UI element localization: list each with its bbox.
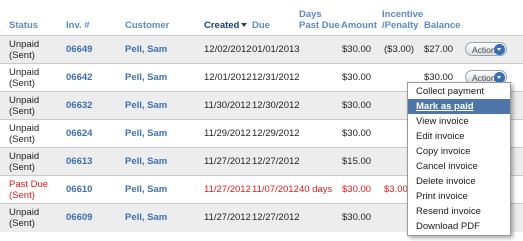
amount: $30.00	[342, 184, 372, 195]
customer-link[interactable]: Pell, Sam	[125, 72, 167, 84]
invoice-number-link[interactable]: 06613	[66, 156, 92, 168]
due-date: 11/07/2012	[252, 184, 299, 195]
menu-item-view-invoice[interactable]: View invoice	[408, 114, 510, 129]
customer-link[interactable]: Pell, Sam	[125, 184, 167, 196]
amount: $15.00	[342, 156, 372, 167]
customer-link[interactable]: Pell, Sam	[125, 128, 167, 140]
menu-item-edit-invoice[interactable]: Edit invoice	[408, 129, 510, 144]
created-date: 11/27/2012	[204, 212, 251, 223]
header-created-label: Created	[204, 20, 240, 31]
header-incentive-line2[interactable]: /Penalty	[382, 20, 418, 31]
status-subtext: (Sent)	[9, 162, 35, 173]
menu-item-cancel-invoice[interactable]: Cancel invoice	[408, 159, 510, 174]
invoice-number-link[interactable]: 06632	[66, 100, 92, 112]
header-status[interactable]: Status	[9, 20, 38, 31]
created-date: 11/27/2012	[204, 156, 251, 167]
customer-link[interactable]: Pell, Sam	[125, 156, 167, 168]
invoice-number-link[interactable]: 06642	[66, 72, 92, 84]
customer-link[interactable]: Pell, Sam	[125, 44, 167, 56]
due-date: 12/30/2012	[252, 100, 300, 111]
menu-item-resend-invoice[interactable]: Resend invoice	[408, 204, 510, 219]
due-date: 12/27/2012	[252, 212, 300, 223]
days-past-due: 40 days	[299, 184, 333, 195]
header-days-past-due-line1[interactable]: Days	[299, 9, 322, 20]
menu-item-print-invoice[interactable]: Print invoice	[408, 189, 510, 204]
customer-link[interactable]: Pell, Sam	[125, 212, 167, 224]
status-subtext: (Sent)	[9, 134, 35, 145]
invoice-number-link[interactable]: 06624	[66, 128, 92, 140]
due-date: 12/29/2012	[252, 128, 300, 139]
sort-desc-icon	[241, 23, 248, 28]
amount: $30.00	[342, 212, 372, 223]
created-date: 11/27/2012	[204, 184, 251, 195]
table-row: Unpaid (Sent) 06649 Pell, Sam 12/02/2012 01/0…	[0, 35, 523, 64]
header-due[interactable]: Due	[252, 20, 270, 31]
table-header: Status Inv. # Customer Created Due Days …	[0, 0, 523, 35]
header-incentive-line1[interactable]: Incentive	[382, 9, 423, 20]
header-days-past-due-line2[interactable]: Past Due	[299, 20, 340, 31]
menu-item-download-pdf[interactable]: Download PDF	[408, 219, 510, 234]
invoice-number-link[interactable]: 06609	[66, 212, 92, 224]
amount: $30.00	[342, 72, 372, 83]
amount: $30.00	[342, 44, 372, 55]
status-subtext: (Sent)	[9, 106, 35, 117]
header-balance[interactable]: Balance	[424, 20, 460, 31]
created-date: 11/30/2012	[204, 100, 251, 111]
amount: $30.00	[342, 100, 372, 111]
balance: $27.00	[424, 44, 454, 55]
status-subtext: (Sent)	[9, 50, 35, 61]
dropdown-arrow-icon	[494, 44, 505, 55]
status-subtext: (Sent)	[9, 78, 35, 89]
customer-link[interactable]: Pell, Sam	[125, 100, 167, 112]
incentive-penalty: $3.00	[384, 184, 408, 195]
incentive-penalty: ($3.00)	[384, 44, 415, 55]
header-invoice-number[interactable]: Inv. #	[66, 20, 90, 31]
status-subtext: (Sent)	[9, 190, 35, 201]
created-date: 12/02/2012	[204, 44, 252, 55]
menu-item-copy-invoice[interactable]: Copy invoice	[408, 144, 510, 159]
amount: $30.00	[342, 128, 372, 139]
menu-item-delete-invoice[interactable]: Delete invoice	[408, 174, 510, 189]
invoice-number-link[interactable]: 06610	[66, 184, 92, 196]
invoice-number-link[interactable]: 06649	[66, 44, 92, 56]
action-button[interactable]: Action	[465, 42, 507, 56]
action-menu: Collect payment Mark as paid View invoice E…	[407, 82, 511, 236]
status-subtext: (Sent)	[9, 218, 35, 229]
action-button-label: Action	[472, 45, 496, 55]
created-date: 12/01/2012	[204, 72, 252, 83]
header-amount[interactable]: Amount	[341, 20, 377, 31]
header-created[interactable]: Created	[204, 20, 248, 31]
menu-item-mark-as-paid[interactable]: Mark as paid	[408, 99, 510, 114]
header-customer[interactable]: Customer	[125, 20, 169, 31]
due-date: 12/27/2012	[252, 156, 300, 167]
created-date: 11/29/2012	[204, 128, 251, 139]
due-date: 01/01/2013	[252, 44, 300, 55]
menu-item-collect-payment[interactable]: Collect payment	[408, 84, 510, 99]
due-date: 12/31/2012	[252, 72, 300, 83]
